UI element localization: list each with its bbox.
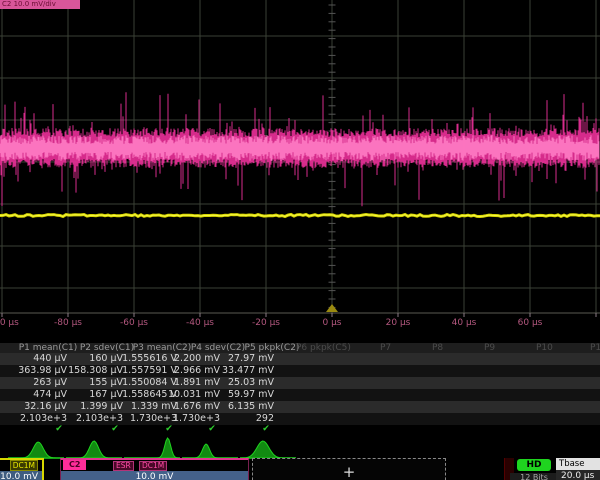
c2-esr-badge: ESR	[113, 461, 134, 471]
histicon[interactable]	[124, 438, 180, 458]
tbase-value[interactable]: 20.0 µs	[556, 470, 600, 480]
histicon[interactable]	[240, 441, 296, 458]
histicon[interactable]	[8, 442, 64, 458]
plus-icon: +	[343, 463, 356, 480]
histicons[interactable]	[0, 0, 600, 480]
tbase-label[interactable]: Tbase	[556, 458, 600, 470]
oscilloscope-screen: C2 10.0 mV/div -100 µs-80 µs-60 µs-40 µs…	[0, 0, 600, 480]
histicon[interactable]	[66, 441, 122, 458]
hd-bits: 12 Bits	[510, 473, 558, 480]
c2-coupling-badge: DC1M	[139, 461, 167, 471]
hd-badge[interactable]: HD	[517, 459, 551, 471]
add-trace-button[interactable]: +	[252, 458, 446, 480]
c2-scale: 10.0 mV	[61, 471, 248, 480]
c1-coupling-badge: DC1M	[10, 460, 38, 471]
c2-descriptor[interactable]: C2 ESR DC1M 10.0 mV	[60, 458, 249, 480]
c1-descriptor[interactable]: DC1M 10.0 mV	[0, 458, 44, 480]
histicon[interactable]	[182, 444, 238, 458]
c1-scale: 10.0 mV	[0, 471, 42, 480]
c2-label: C2	[63, 460, 86, 470]
